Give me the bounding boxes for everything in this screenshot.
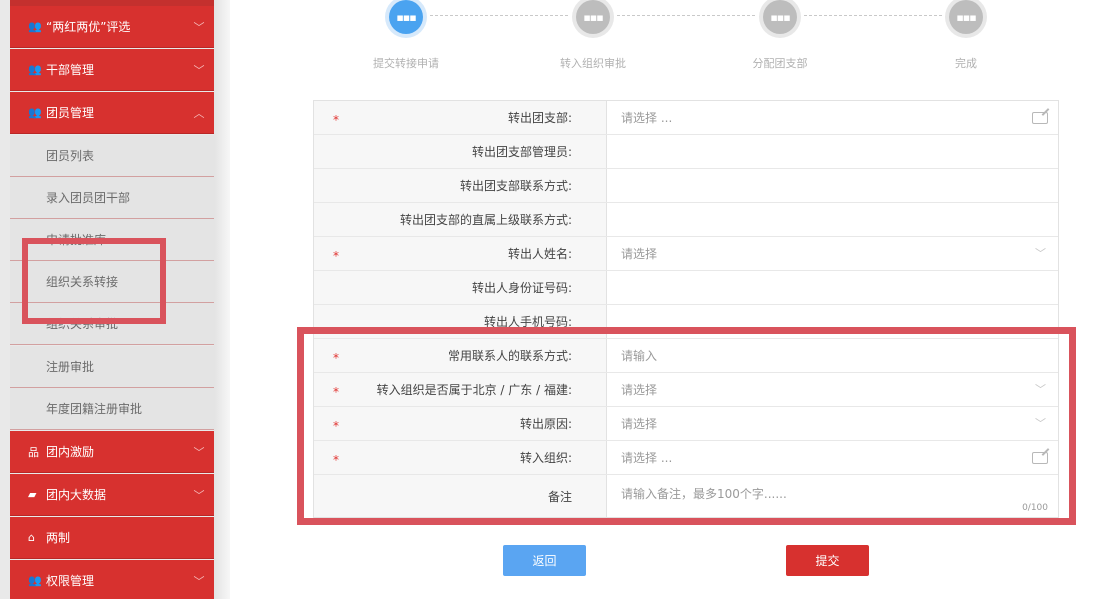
out-branch-contact-value [607, 169, 1058, 202]
out-branch-admin-value [607, 135, 1058, 168]
sitemap-icon: 品 [28, 445, 39, 459]
sidebar-subitem-enter-members[interactable]: 录入团员团干部 [10, 177, 214, 219]
dots-icon: ▪▪▪ [956, 10, 976, 24]
back-button[interactable]: 返回 [503, 545, 586, 576]
sidebar-item-two-systems[interactable]: ⌂ 两制 [10, 517, 214, 559]
sidebar-item-permission-management[interactable]: 👥 权限管理 ﹀ [10, 560, 214, 599]
required-mark: * [333, 249, 339, 263]
out-person-id-value [607, 271, 1058, 304]
sidebar-item-label: “两红两优”评选 [46, 20, 131, 34]
chevron-down-icon: ﹀ [193, 574, 205, 588]
step-3-circle: ▪▪▪ [763, 0, 797, 34]
dots-icon: ▪▪▪ [583, 10, 603, 24]
sidebar-item-label: 团员管理 [46, 106, 95, 120]
sidebar-subitem-registration-approval[interactable]: 注册审批 [10, 346, 214, 388]
sidebar-item-member-management[interactable]: 👥 团员管理 ︿ [10, 92, 214, 134]
form-row-out-branch-admin: 转出团支部管理员: [314, 135, 1058, 169]
field-label: 转出团支部管理员: [471, 145, 572, 159]
step-connector [804, 15, 942, 16]
sidebar-item-label: 权限管理 [46, 574, 95, 588]
chevron-down-icon: ﹀ [193, 445, 205, 459]
sidebar-item-cadre-management[interactable]: 👥 干部管理 ﹀ [10, 49, 214, 91]
submit-button[interactable]: 提交 [786, 545, 869, 576]
sidebar-subitem-annual-registration[interactable]: 年度团籍注册审批 [10, 388, 214, 430]
field-label: 转出人姓名: [507, 247, 572, 261]
folder-icon: ▰ [28, 488, 37, 501]
step-4-circle: ▪▪▪ [949, 0, 983, 34]
highlight-box-sidebar [22, 238, 166, 324]
chevron-down-icon: ﹀ [193, 63, 205, 77]
home-icon: ⌂ [28, 531, 35, 544]
sidebar-shadow [214, 0, 230, 599]
sidebar-item-label: 干部管理 [46, 63, 95, 77]
field-label: 转出团支部: [507, 111, 572, 125]
step-connector [430, 15, 568, 16]
form-row-out-branch-superior-contact: 转出团支部的直属上级联系方式: [314, 203, 1058, 237]
highlight-box-form [297, 327, 1076, 525]
field-placeholder: 请选择 [621, 247, 658, 261]
sidebar-item-label: 团内大数据 [46, 488, 107, 502]
sidebar-item-label: 团内激励 [46, 445, 95, 459]
chevron-down-icon: ﹀ [193, 20, 205, 34]
field-label: 转出团支部的直属上级联系方式: [399, 213, 572, 227]
sidebar-subitem-member-list[interactable]: 团员列表 [10, 135, 214, 177]
step-3-label: 分配团支部 [752, 57, 808, 70]
sidebar-item-internal-incentive[interactable]: 品 团内激励 ﹀ [10, 431, 214, 473]
step-connector [617, 15, 755, 16]
required-mark: * [333, 113, 339, 127]
step-1-label: 提交转接申请 [373, 57, 439, 70]
users-icon: 👥 [28, 20, 42, 33]
form-row-out-person-id: 转出人身份证号码: [314, 271, 1058, 305]
page-root: 👥 “两红两优”评选 ﹀ 👥 干部管理 ﹀ 👥 团员管理 ︿ 团员列表 录入团员… [0, 0, 1094, 599]
sidebar-item-liang-hong-liang-you[interactable]: 👥 “两红两优”评选 ﹀ [10, 6, 214, 48]
form-row-out-branch-contact: 转出团支部联系方式: [314, 169, 1058, 203]
chevron-down-icon: ﹀ [1035, 247, 1046, 260]
sidebar-item-label: 两制 [46, 531, 71, 545]
dots-icon: ▪▪▪ [396, 10, 416, 24]
field-placeholder: 请选择 ... [621, 111, 673, 125]
users-icon: 👥 [28, 106, 42, 119]
form-row-out-person-name: * 转出人姓名: 请选择 ﹀ [314, 237, 1058, 271]
out-branch-superior-contact-value [607, 203, 1058, 236]
step-4-label: 完成 [955, 57, 977, 70]
users-icon: 👥 [28, 574, 42, 587]
out-branch-selector[interactable]: 请选择 ... [607, 101, 1058, 134]
dots-icon: ▪▪▪ [770, 10, 790, 24]
chevron-down-icon: ﹀ [193, 488, 205, 502]
step-2-circle: ▪▪▪ [576, 0, 610, 34]
users-icon: 👥 [28, 63, 42, 76]
out-person-name-select[interactable]: 请选择 ﹀ [607, 237, 1058, 270]
chevron-up-icon: ︿ [193, 106, 205, 120]
field-label: 转出团支部联系方式: [459, 179, 572, 193]
form-row-out-branch: * 转出团支部: 请选择 ... [314, 101, 1058, 135]
edit-icon[interactable] [1032, 112, 1048, 124]
step-2-label: 转入组织审批 [560, 57, 626, 70]
field-label: 转出人身份证号码: [471, 281, 572, 295]
step-1-circle: ▪▪▪ [389, 0, 423, 34]
sidebar-item-big-data[interactable]: ▰ 团内大数据 ﹀ [10, 474, 214, 516]
